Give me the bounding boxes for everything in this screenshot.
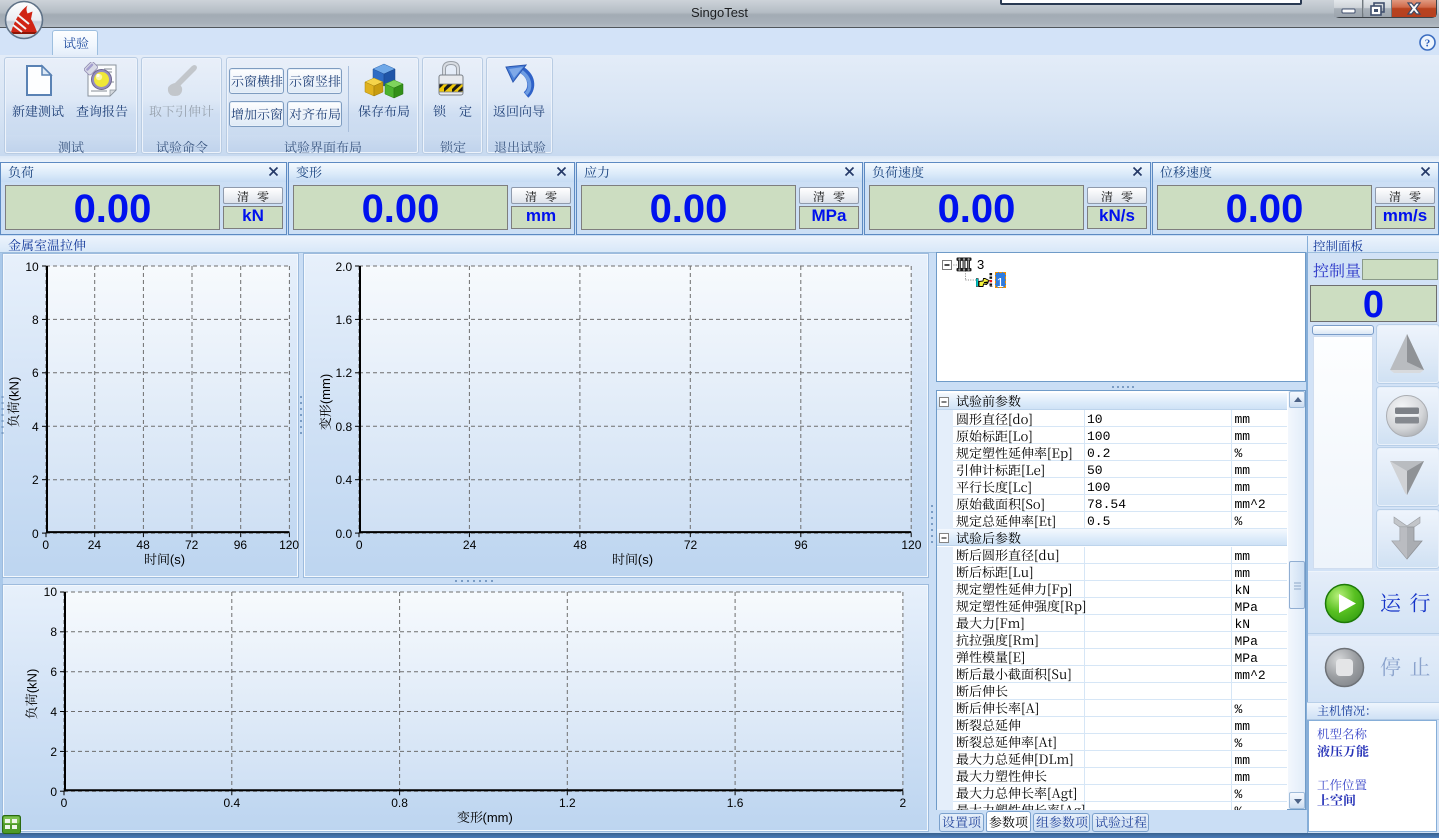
svg-text:?: ? xyxy=(1425,38,1431,50)
